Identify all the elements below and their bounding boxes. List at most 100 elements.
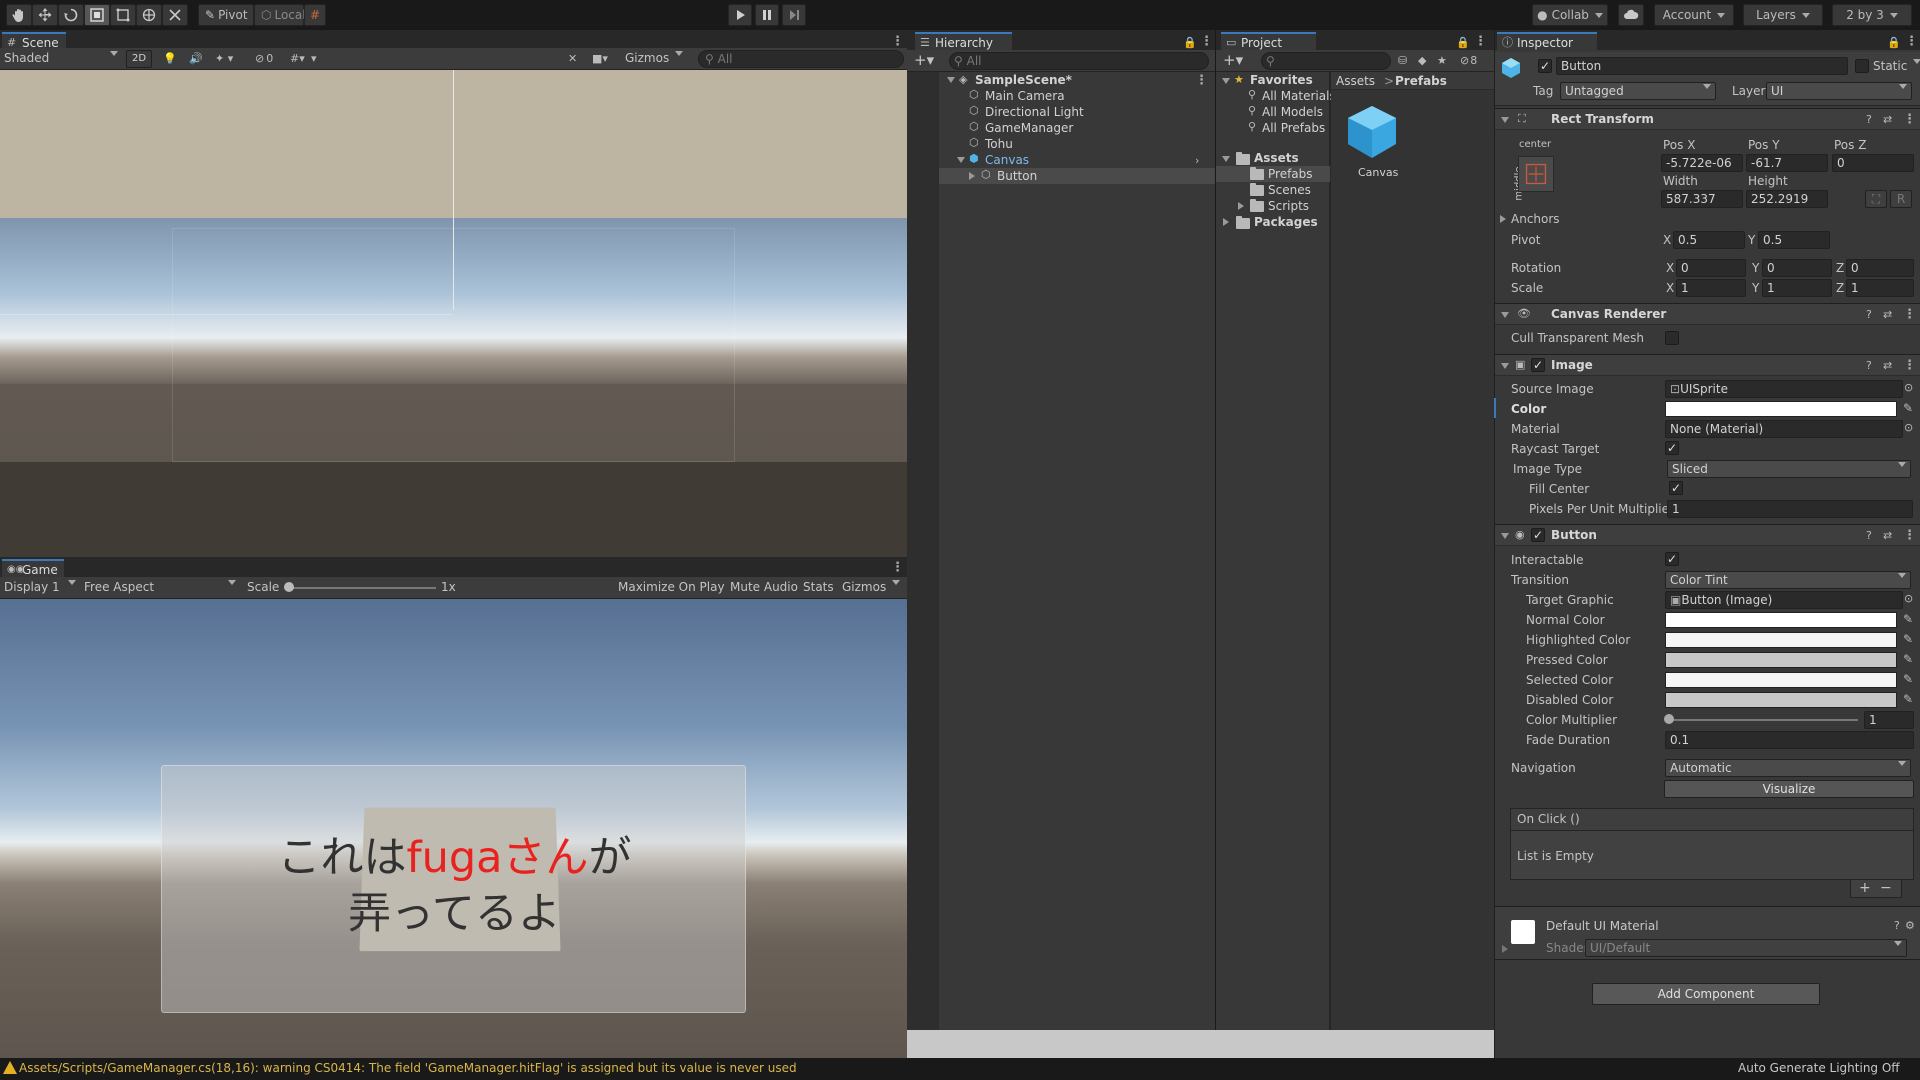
hidden-objects-toggle[interactable]: ⊘ 0	[255, 52, 273, 65]
onclick-remove-button[interactable]: −	[1880, 880, 1892, 896]
component-menu-icon[interactable]: ⋮	[1903, 359, 1916, 372]
play-button[interactable]	[728, 4, 752, 26]
posy-field[interactable]: -61.7	[1746, 154, 1828, 172]
scale-slider-handle[interactable]	[284, 582, 294, 592]
add-component-button[interactable]: Add Component	[1592, 983, 1820, 1005]
color-multiplier-slider-track[interactable]	[1668, 719, 1858, 721]
raw-edit-button[interactable]: R	[1890, 190, 1912, 208]
component-menu-icon[interactable]: ⋮	[1903, 308, 1916, 321]
chevron-right-icon[interactable]: ›	[1195, 154, 1199, 167]
game-menu-icon[interactable]: ⋮	[891, 561, 904, 574]
list-item[interactable]: ⬡ Tohu	[939, 136, 1215, 152]
rot-y-field[interactable]: 0	[1762, 259, 1832, 277]
cloud-icon[interactable]	[1618, 4, 1644, 26]
filter-label-icon[interactable]: ◆	[1418, 54, 1426, 67]
active-checkbox[interactable]: ✓	[1538, 59, 1552, 73]
tag-dropdown[interactable]: Untagged	[1560, 82, 1716, 100]
list-item-selected[interactable]: Prefabs	[1216, 166, 1330, 182]
expand-triangle-icon[interactable]	[947, 77, 955, 83]
custom-tool-icon[interactable]	[162, 4, 188, 26]
object-name-field[interactable]: Button	[1556, 57, 1848, 75]
eyedropper-icon[interactable]: ✎	[1903, 672, 1917, 686]
scale-slider-track[interactable]	[290, 587, 436, 589]
pivot-toggle-button[interactable]: ✎ Pivot	[198, 4, 254, 26]
visualize-button[interactable]: Visualize	[1664, 780, 1914, 798]
posz-field[interactable]: 0	[1832, 154, 1914, 172]
preset-icon[interactable]: ⇄	[1883, 359, 1892, 372]
scene-row[interactable]: ◈ SampleScene* ⋮	[939, 72, 1215, 88]
grid-snap-icon[interactable]: #	[304, 4, 326, 26]
grid-toggle-icon[interactable]: #▾	[290, 52, 305, 65]
list-item[interactable]: ⬡ Directional Light	[939, 104, 1215, 120]
navigation-dropdown[interactable]: Automatic	[1665, 759, 1911, 777]
static-dropdown[interactable]: Static	[1873, 59, 1920, 73]
rotate-tool-icon[interactable]	[58, 4, 84, 26]
eyedropper-icon[interactable]: ✎	[1903, 401, 1917, 415]
interactable-checkbox[interactable]: ✓	[1665, 552, 1679, 566]
inspector-menu-icon[interactable]: ⋮	[1905, 35, 1918, 48]
list-item[interactable]: ⬡ Main Camera	[939, 88, 1215, 104]
tools-icon[interactable]: ✕	[568, 52, 577, 65]
color-multiplier-slider-handle[interactable]	[1664, 714, 1674, 724]
object-picker-icon[interactable]: ⊙	[1904, 592, 1913, 605]
expand-triangle-icon[interactable]	[1502, 945, 1508, 953]
highlighted-color-field[interactable]	[1665, 632, 1897, 648]
hierarchy-search-input[interactable]: ⚲ All	[949, 52, 1209, 70]
button-enabled-checkbox[interactable]: ✓	[1531, 528, 1545, 542]
eyedropper-icon[interactable]: ✎	[1903, 632, 1917, 646]
rot-x-field[interactable]: 0	[1676, 259, 1746, 277]
object-picker-icon[interactable]: ⊙	[1904, 421, 1913, 434]
list-item[interactable]: ⬢ Canvas ›	[939, 152, 1215, 168]
color-field[interactable]	[1665, 401, 1897, 417]
collapse-triangle-icon[interactable]	[1501, 533, 1509, 539]
width-field[interactable]: 587.337	[1661, 190, 1743, 208]
prefab-asset-canvas[interactable]	[1346, 104, 1398, 160]
pivot-y-field[interactable]: 0.5	[1758, 231, 1830, 249]
game-viewport[interactable]: これはfugaさんが 弄ってるよ	[0, 599, 907, 1058]
breadcrumb-root[interactable]: Assets	[1336, 74, 1375, 88]
eyedropper-icon[interactable]: ✎	[1903, 612, 1917, 626]
layer-dropdown[interactable]: UI	[1766, 82, 1912, 100]
help-icon[interactable]: ?	[1866, 359, 1872, 372]
fade-duration-field[interactable]: 0.1	[1665, 731, 1914, 749]
posx-field[interactable]: -5.722e-06	[1661, 154, 1743, 172]
project-menu-icon[interactable]: ⋮	[1474, 35, 1487, 48]
cull-checkbox[interactable]	[1665, 331, 1679, 345]
ppu-field[interactable]: 1	[1667, 500, 1913, 518]
game-ui-button[interactable]: これはfugaさんが 弄ってるよ	[161, 765, 746, 1013]
account-dropdown[interactable]: Account	[1654, 4, 1734, 26]
blueprint-mode-button[interactable]: ⛶	[1865, 190, 1887, 208]
anchors-foldout[interactable]: Anchors	[1511, 212, 1560, 226]
step-button[interactable]	[782, 4, 806, 26]
static-checkbox[interactable]	[1855, 59, 1869, 73]
lock-icon[interactable]: 🔒	[1183, 36, 1197, 49]
scene-search-input[interactable]: ⚲ All	[698, 50, 904, 68]
tab-game[interactable]: ◉◉ Game	[2, 559, 64, 579]
object-picker-icon[interactable]: ⊙	[1904, 381, 1913, 394]
list-item-selected[interactable]: ⬡ Button	[939, 168, 1215, 184]
tab-hierarchy[interactable]: ☰ Hierarchy	[915, 32, 1012, 52]
expand-triangle-icon[interactable]	[1222, 78, 1230, 84]
preset-icon[interactable]: ⇄	[1883, 308, 1892, 321]
rot-z-field[interactable]: 0	[1846, 259, 1914, 277]
color-multiplier-field[interactable]: 1	[1864, 711, 1914, 729]
collab-dropdown[interactable]: ● Collab	[1532, 4, 1608, 26]
list-item[interactable]: Scenes	[1216, 182, 1330, 198]
shader-dropdown[interactable]: UI/Default	[1585, 939, 1907, 957]
anchor-presets-button[interactable]	[1518, 156, 1554, 192]
layout-dropdown[interactable]: 2 by 3	[1832, 4, 1912, 26]
audio-icon[interactable]: 🔊	[189, 52, 203, 65]
console-warning-message[interactable]: Assets/Scripts/GameManager.cs(18,16): wa…	[19, 1061, 797, 1075]
scene-menu-icon[interactable]: ⋮	[891, 35, 904, 48]
button-header[interactable]: ◉ ✓ Button ? ⇄ ⋮	[1495, 524, 1920, 546]
move-tool-icon[interactable]	[32, 4, 58, 26]
help-icon[interactable]: ?	[1894, 919, 1900, 932]
expand-triangle-icon[interactable]	[957, 157, 965, 163]
collapse-triangle-icon[interactable]	[1501, 312, 1509, 318]
display-dropdown[interactable]: Display 1	[4, 580, 76, 594]
list-item[interactable]: ⚲ All Materials	[1216, 88, 1336, 104]
scale-z-field[interactable]: 1	[1846, 279, 1914, 297]
eyedropper-icon[interactable]: ✎	[1903, 692, 1917, 706]
create-button[interactable]: +▾	[914, 51, 934, 69]
component-menu-icon[interactable]: ⋮	[1903, 113, 1916, 126]
